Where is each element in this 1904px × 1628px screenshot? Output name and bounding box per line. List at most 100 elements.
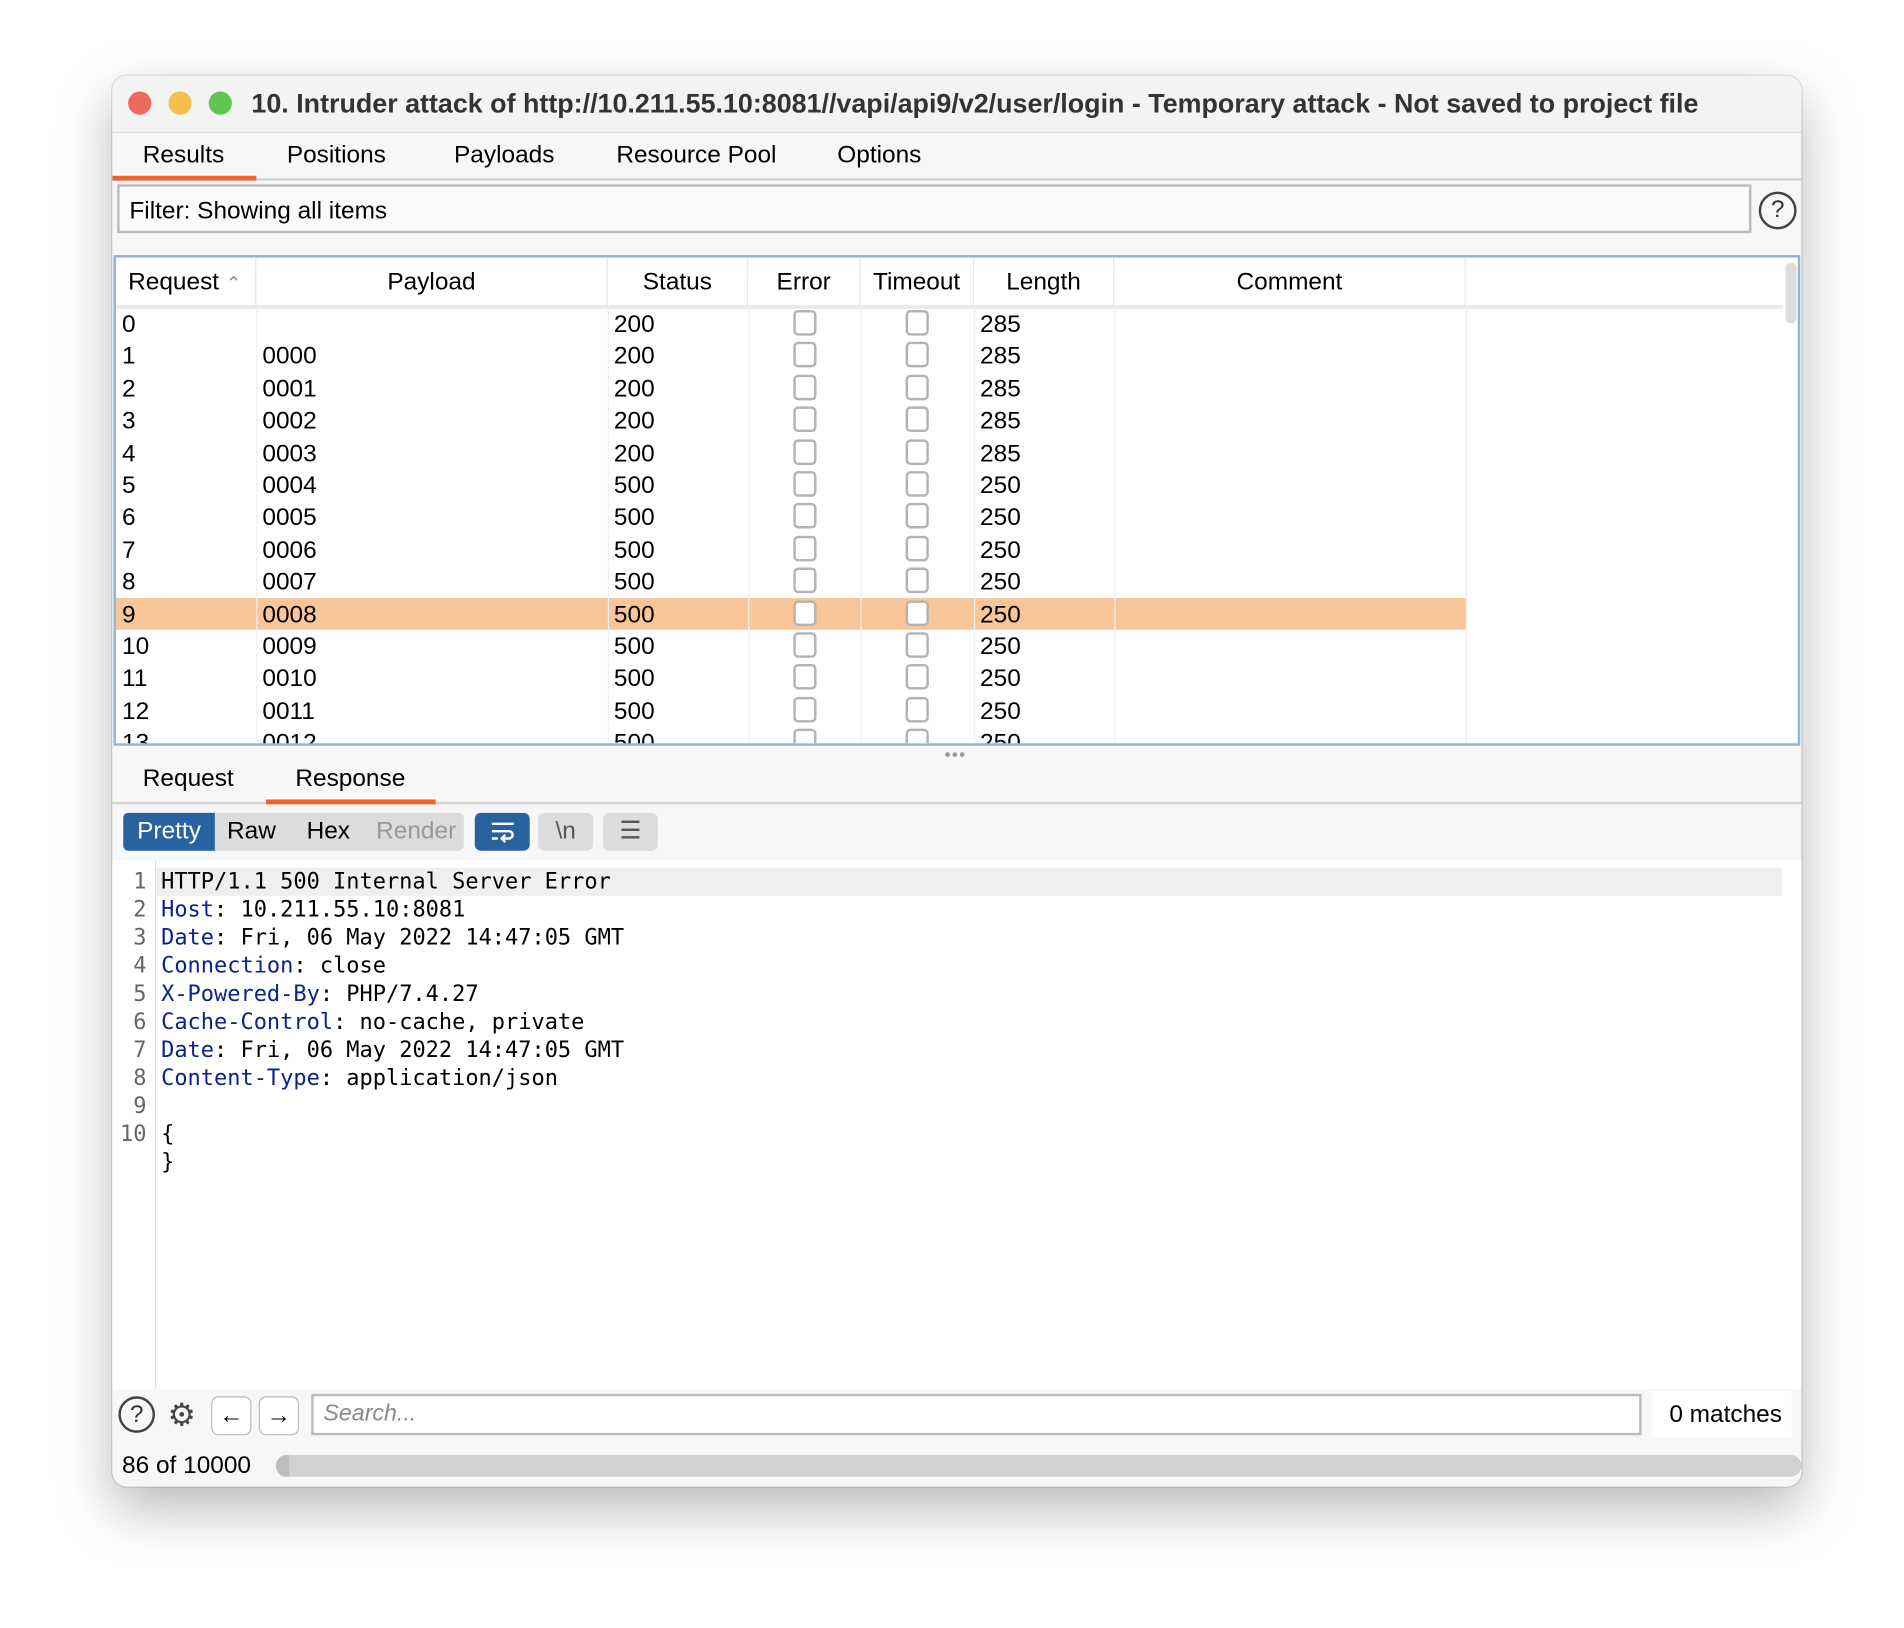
filter-bar[interactable]: Filter: Showing all items <box>117 184 1752 234</box>
cell-status: 500 <box>613 472 655 500</box>
wrap-lines-button[interactable] <box>474 812 530 851</box>
previous-match-button[interactable]: ← <box>211 1396 252 1436</box>
tab-positions[interactable]: Positions <box>287 142 386 170</box>
table-row[interactable]: 12 0011 500 250 <box>116 694 1466 726</box>
tab-response[interactable]: Response <box>295 765 405 793</box>
code-text: Cache-Control: no-cache, private <box>161 1008 584 1036</box>
error-checkbox <box>793 471 817 497</box>
search-placeholder: Search... <box>323 1401 417 1427</box>
help-icon[interactable]: ? <box>118 1396 156 1433</box>
tab-results[interactable]: Results <box>143 142 224 170</box>
timeout-checkbox <box>905 599 929 626</box>
window-title: 10. Intruder attack of http://10.211.55.… <box>251 87 1699 119</box>
table-row[interactable]: 8 0007 500 250 <box>116 565 1466 597</box>
table-row[interactable]: 0 200 285 <box>116 308 1466 340</box>
separator: : <box>214 897 241 923</box>
view-render-button[interactable]: Render <box>375 813 458 851</box>
column-divider <box>607 306 610 744</box>
zoom-window-button[interactable] <box>208 91 232 115</box>
code-text: } <box>161 1149 175 1176</box>
code-text: HTTP/1.1 500 Internal Server Error <box>161 868 611 895</box>
timeout-checkbox <box>905 696 929 723</box>
tab-options[interactable]: Options <box>837 142 921 170</box>
view-pretty-button[interactable]: Pretty <box>123 812 215 851</box>
cell-length: 250 <box>980 601 1021 629</box>
header-value: application/json <box>346 1065 558 1092</box>
code-line: 4 Connection: close <box>112 952 1782 980</box>
view-mode-selector: Pretty Raw Hex Render <box>123 812 464 851</box>
table-row[interactable]: 3 0002 200 285 <box>116 404 1466 436</box>
tab-request[interactable]: Request <box>143 765 234 793</box>
timeout-checkbox <box>905 374 929 401</box>
timeout-checkbox <box>905 471 929 497</box>
code-line: 7 Date: Fri, 06 May 2022 14:47:05 GMT <box>112 1036 1782 1064</box>
separator: : <box>214 1037 241 1064</box>
table-row[interactable]: 11 0010 500 250 <box>116 662 1466 694</box>
code-line: 1 HTTP/1.1 500 Internal Server Error <box>133 867 1782 896</box>
cell-length: 285 <box>980 343 1021 371</box>
column-header-error[interactable]: Error <box>748 257 861 307</box>
cell-payload: 0001 <box>262 375 317 403</box>
table-row[interactable]: 4 0003 200 285 <box>116 436 1466 468</box>
column-header-status[interactable]: Status <box>608 257 749 307</box>
cell-length: 250 <box>980 633 1021 661</box>
match-count: 0 matches <box>1652 1391 1792 1438</box>
table-row[interactable]: 5 0004 500 250 <box>116 469 1466 501</box>
table-row[interactable]: 1 0000 200 285 <box>116 340 1466 372</box>
line-number: 3 <box>133 925 147 951</box>
view-raw-button[interactable]: Raw <box>222 813 281 851</box>
table-scrollbar[interactable] <box>1785 262 1797 324</box>
error-checkbox <box>793 696 817 723</box>
view-hex-button[interactable]: Hex <box>299 813 358 851</box>
cell-status: 500 <box>613 633 655 661</box>
code-text: X-Powered-By: PHP/7.4.27 <box>161 980 478 1008</box>
cell-status: 500 <box>613 697 655 725</box>
title-bar: 10. Intruder attack of http://10.211.55.… <box>112 75 1802 134</box>
column-divider <box>256 306 258 744</box>
settings-gear-icon[interactable]: ⚙ <box>161 1396 202 1435</box>
response-editor[interactable]: 1 HTTP/1.1 500 Internal Server Error 2 Host… <box>112 860 1802 1389</box>
error-checkbox <box>793 567 817 594</box>
error-checkbox <box>793 310 817 336</box>
cell-length: 250 <box>980 730 1021 746</box>
error-checkbox <box>793 406 817 433</box>
header-name: Content-Type <box>161 1065 320 1092</box>
editor-menu-button[interactable]: ☰ <box>602 812 658 851</box>
column-header-length[interactable]: Length <box>974 257 1115 307</box>
filter-help-icon[interactable]: ? <box>1758 191 1797 230</box>
table-row[interactable]: 2 0001 200 285 <box>116 372 1466 404</box>
column-header-payload[interactable]: Payload <box>256 257 608 307</box>
tab-payloads[interactable]: Payloads <box>454 142 554 170</box>
cell-status: 500 <box>613 536 655 564</box>
cell-payload: 0003 <box>262 440 317 467</box>
progress-fill <box>275 1454 289 1477</box>
cell-payload: 0008 <box>262 601 317 629</box>
cell-request: 13 <box>122 730 150 746</box>
header-name: Host <box>161 897 215 923</box>
column-header-request[interactable]: Request ⌃ <box>116 257 257 307</box>
timeout-checkbox <box>905 438 929 465</box>
table-row[interactable]: 10 0009 500 250 <box>116 630 1466 662</box>
minimize-window-button[interactable] <box>168 91 192 115</box>
next-match-button[interactable]: → <box>258 1396 300 1436</box>
table-row[interactable]: 13 0012 500 250 <box>116 726 1466 746</box>
results-table: Request ⌃ Payload Status Error Timeout L… <box>113 255 1801 746</box>
error-checkbox <box>793 599 817 626</box>
timeout-checkbox <box>905 503 929 529</box>
cell-payload: 0002 <box>262 407 317 435</box>
line-number: 6 <box>133 1009 147 1035</box>
table-row[interactable]: 6 0005 500 250 <box>116 501 1466 533</box>
code-line: 6 Cache-Control: no-cache, private <box>112 1008 1782 1036</box>
tab-resource-pool[interactable]: Resource Pool <box>616 142 776 170</box>
header-value: PHP/7.4.27 <box>346 981 479 1007</box>
close-window-button[interactable] <box>128 91 152 115</box>
show-newlines-button[interactable]: \n <box>538 812 594 851</box>
cell-length: 250 <box>980 568 1021 596</box>
line-number: 5 <box>133 981 147 1007</box>
column-header-comment[interactable]: Comment <box>1114 257 1466 307</box>
table-row[interactable]: 7 0006 500 250 <box>116 533 1466 565</box>
search-input[interactable]: Search... <box>311 1393 1642 1436</box>
cell-status: 200 <box>613 440 655 467</box>
column-header-timeout[interactable]: Timeout <box>860 257 974 307</box>
table-row[interactable]: 9 0008 500 250 <box>115 597 1466 630</box>
